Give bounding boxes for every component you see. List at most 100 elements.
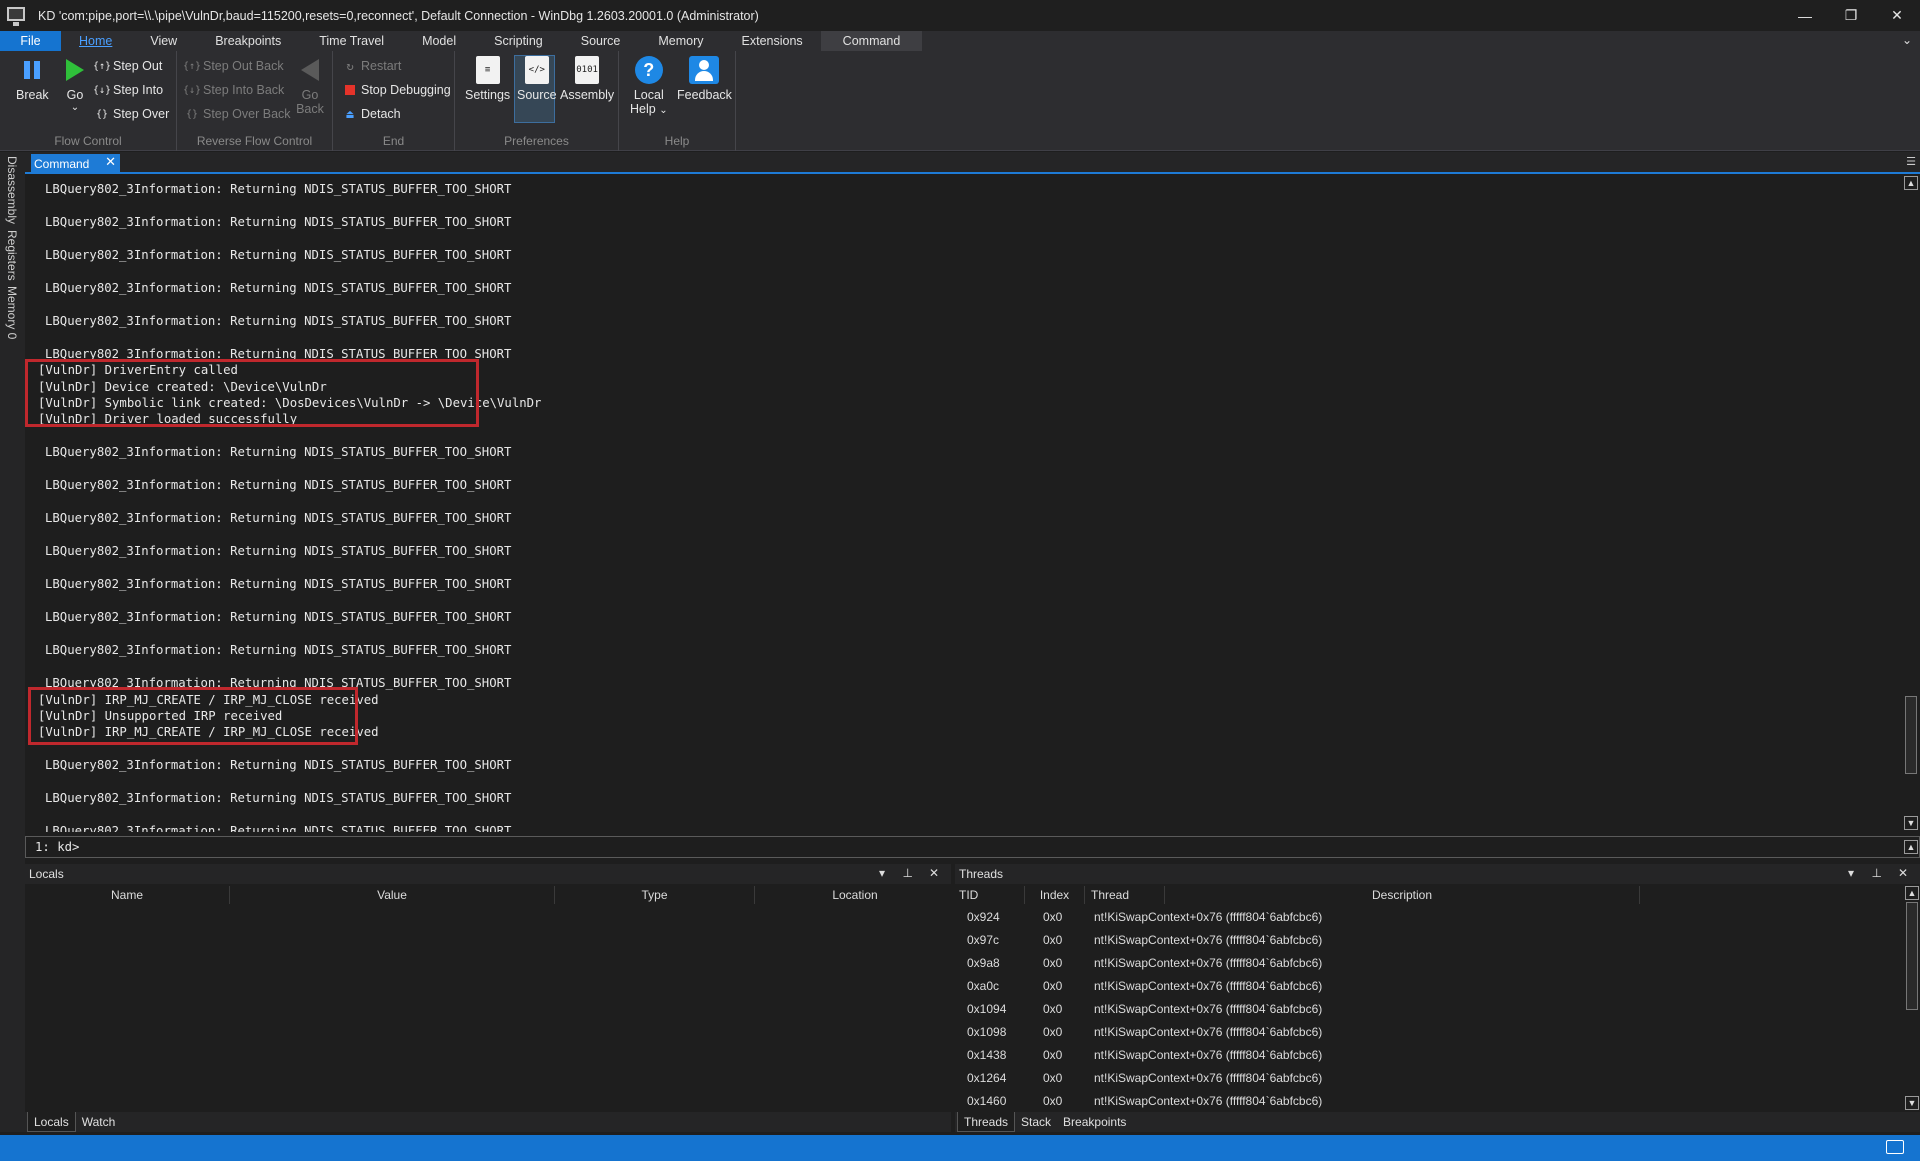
command-output[interactable]: LBQuery802_3Information: Returning NDIS_… (25, 176, 1903, 832)
source-button[interactable]: </> Source (517, 55, 557, 102)
thread-row[interactable]: 0x9a8 0x0 nt!KiSwapContext+0x76 (fffff804`… (955, 952, 1900, 975)
prompt-expand-icon[interactable]: ▲ (1904, 840, 1918, 854)
log-line: LBQuery802_3Information: Returning NDIS_… (45, 215, 512, 229)
thread-row[interactable]: 0x1098 0x0 nt!KiSwapContext+0x76 (fffff804… (955, 1021, 1900, 1044)
thread-row[interactable]: 0x1264 0x0 nt!KiSwapContext+0x76 (fffff804… (955, 1067, 1900, 1090)
column-header-value[interactable]: Value (230, 886, 555, 904)
thread-cell-tid: 0xa0c (967, 979, 1000, 993)
settings-document-icon: ≡ (473, 55, 503, 85)
step-into-button[interactable]: {↓} Step Into (93, 80, 164, 100)
minimize-button[interactable]: — (1782, 0, 1828, 31)
command-input[interactable] (83, 840, 1864, 854)
assembly-button[interactable]: 0101 Assembly (560, 55, 614, 102)
tab-scripting[interactable]: Scripting (480, 31, 557, 51)
side-tab-registers[interactable]: Registers (5, 230, 19, 281)
log-line: LBQuery802_3Information: Returning NDIS_… (45, 248, 512, 262)
ribbon: Break Go ⌄ {↑} Step Out {↓} Step Into {} St… (0, 51, 1920, 151)
thread-row[interactable]: 0x1438 0x0 nt!KiSwapContext+0x76 (fffff804… (955, 1044, 1900, 1067)
close-icon[interactable]: ✕ (105, 154, 116, 170)
tab-breakpoints[interactable]: Breakpoints (201, 31, 295, 51)
step-out-back-button[interactable]: {↑} Step Out Back (183, 56, 284, 76)
column-header-thread[interactable]: Thread (1085, 886, 1165, 904)
thread-row[interactable]: 0x97c 0x0 nt!KiSwapContext+0x76 (fffff804`… (955, 929, 1900, 952)
tab-breakpoints-pane[interactable]: Breakpoints (1057, 1112, 1132, 1132)
thread-row[interactable]: 0xa0c 0x0 nt!KiSwapContext+0x76 (fffff804`… (955, 975, 1900, 998)
maximize-button[interactable]: ❐ (1828, 0, 1874, 31)
group-end: ↻ Restart Stop Debugging ⏏ Detach End (333, 51, 455, 151)
step-into-label: Step Into (113, 83, 164, 97)
scroll-thumb[interactable] (1906, 902, 1918, 1010)
thread-row[interactable]: 0x1460 0x0 nt!KiSwapContext+0x76 (fffff804… (955, 1090, 1900, 1113)
thread-row[interactable]: 0x924 0x0 nt!KiSwapContext+0x76 (fffff804`… (955, 906, 1900, 929)
side-tab-memory[interactable]: Memory 0 (5, 286, 19, 339)
step-into-back-button[interactable]: {↓} Step Into Back (182, 80, 284, 100)
tab-watch[interactable]: Watch (76, 1112, 122, 1132)
command-scrollbar[interactable]: ▲ ▼ (1903, 176, 1919, 832)
chat-icon[interactable] (1886, 1140, 1904, 1154)
scroll-up-icon[interactable]: ▲ (1905, 886, 1919, 900)
side-tab-disassembly[interactable]: Disassembly (5, 156, 19, 224)
scroll-thumb[interactable] (1905, 696, 1917, 774)
thread-cell-index: 0x0 (1043, 1002, 1063, 1016)
close-icon[interactable]: ✕ (929, 866, 939, 880)
break-button[interactable]: Break (16, 55, 49, 102)
dropdown-icon[interactable]: ▾ (1848, 866, 1854, 880)
scroll-down-icon[interactable]: ▼ (1904, 816, 1918, 830)
tab-model[interactable]: Model (408, 31, 470, 51)
dropdown-icon[interactable]: ▾ (879, 866, 885, 880)
column-header-description[interactable]: Description (1165, 886, 1640, 904)
column-header-name[interactable]: Name (25, 886, 230, 904)
title-bar: KD 'com:pipe,port=\\.\pipe\VulnDr,baud=1… (0, 0, 1920, 31)
local-help-button[interactable]: ? Local Help ⌄ (630, 55, 668, 116)
step-out-back-label: Step Out Back (203, 59, 284, 73)
thread-cell-thread: nt!KiSwapContext+0x76 (fffff804`6abfcbc6… (1094, 1048, 1323, 1062)
step-over-back-button[interactable]: {} Step Over Back (185, 104, 291, 124)
ribbon-collapse-chevron-icon[interactable]: ⌄ (1902, 33, 1912, 47)
column-header-location[interactable]: Location (755, 886, 955, 904)
step-out-button[interactable]: {↑} Step Out (93, 56, 162, 76)
pin-icon[interactable]: ⊥ (1872, 866, 1882, 880)
scroll-up-icon[interactable]: ▲ (1904, 176, 1918, 190)
ribbon-tabs: File Home View Breakpoints Time Travel M… (0, 31, 1920, 51)
tab-file[interactable]: File (0, 31, 61, 51)
tab-extensions[interactable]: Extensions (728, 31, 817, 51)
go-button[interactable]: Go ⌄ (60, 55, 90, 113)
thread-cell-thread: nt!KiSwapContext+0x76 (fffff804`6abfcbc6… (1094, 1002, 1323, 1016)
tab-stack[interactable]: Stack (1015, 1112, 1057, 1132)
column-header-index[interactable]: Index (1025, 886, 1085, 904)
tab-memory[interactable]: Memory (644, 31, 717, 51)
column-header-tid[interactable]: TID (955, 886, 1025, 904)
thread-cell-tid: 0x1438 (967, 1048, 1007, 1062)
thread-cell-index: 0x0 (1043, 1094, 1063, 1108)
tab-view[interactable]: View (136, 31, 191, 51)
settings-button[interactable]: ≡ Settings (465, 55, 510, 102)
pin-icon[interactable]: ⊥ (903, 866, 913, 880)
close-icon[interactable]: ✕ (1898, 866, 1908, 880)
side-tab-strip: Disassembly Registers Memory 0 (0, 152, 25, 1132)
step-over-button[interactable]: {} Step Over (95, 104, 169, 124)
log-line: LBQuery802_3Information: Returning NDIS_… (45, 577, 512, 592)
thread-cell-index: 0x0 (1043, 1048, 1063, 1062)
thread-row[interactable]: 0x1094 0x0 nt!KiSwapContext+0x76 (fffff804… (955, 998, 1900, 1021)
tab-locals[interactable]: Locals (27, 1112, 76, 1132)
thread-cell-index: 0x0 (1043, 956, 1063, 970)
column-header-type[interactable]: Type (555, 886, 755, 904)
tab-command[interactable]: Command (820, 31, 923, 51)
close-window-button[interactable]: ✕ (1874, 0, 1920, 31)
feedback-button[interactable]: Feedback (677, 55, 732, 102)
tab-home[interactable]: Home (65, 31, 126, 51)
restart-button[interactable]: ↻ Restart (343, 56, 401, 76)
go-back-button[interactable]: Go Back (295, 55, 325, 116)
scroll-down-icon[interactable]: ▼ (1905, 1096, 1919, 1110)
windbg-app-icon[interactable] (4, 3, 30, 29)
tab-command-window[interactable]: Command ✕ (31, 154, 120, 174)
tab-threads[interactable]: Threads (957, 1112, 1016, 1132)
threads-scrollbar[interactable]: ▲ ▼ (1904, 886, 1920, 1110)
tab-list-menu-icon[interactable]: ☰ (1906, 155, 1916, 168)
go-back-label-2: Back (296, 102, 324, 116)
stop-debugging-button[interactable]: Stop Debugging (343, 80, 451, 100)
tab-source[interactable]: Source (567, 31, 635, 51)
detach-button[interactable]: ⏏ Detach (343, 104, 400, 124)
tab-time-travel[interactable]: Time Travel (305, 31, 398, 51)
step-into-back-icon: {↓} (182, 84, 202, 96)
